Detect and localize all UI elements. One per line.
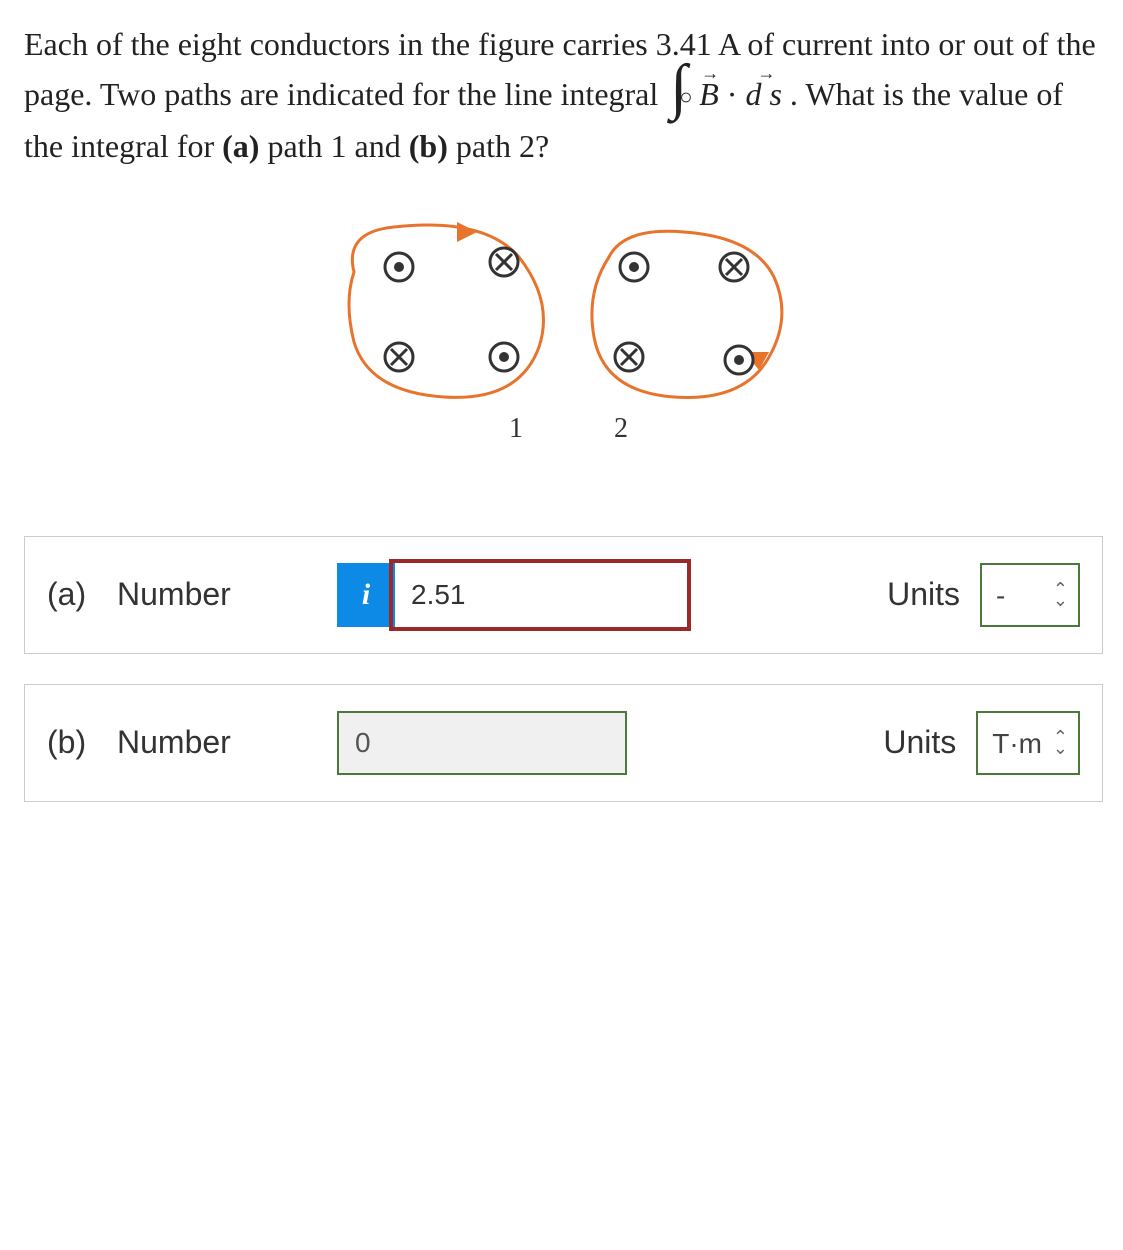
number-label-a: Number bbox=[117, 570, 337, 620]
part-a-label: (a) bbox=[47, 570, 117, 620]
answer-row-a: (a) Number i Units - ⌃⌄ bbox=[24, 536, 1103, 654]
figure: 1 2 bbox=[24, 202, 1103, 477]
units-label-b: Units bbox=[883, 718, 956, 768]
q-b-text: path 2? bbox=[456, 128, 549, 164]
number-input-a[interactable] bbox=[395, 565, 685, 625]
question-text: Each of the eight conductors in the figu… bbox=[24, 20, 1103, 172]
chevron-updown-icon: ⌃⌄ bbox=[1053, 732, 1068, 754]
q-b-bold: (b) bbox=[409, 128, 448, 164]
answer-row-b: (b) Number Units T·m ⌃⌄ bbox=[24, 684, 1103, 802]
integral-symbol: ∫○ bbox=[670, 72, 687, 122]
q-a-bold: (a) bbox=[222, 128, 259, 164]
path-1-label: 1 bbox=[509, 413, 523, 444]
path-2-label: 2 bbox=[614, 413, 628, 444]
units-select-a[interactable]: - ⌃⌄ bbox=[980, 563, 1080, 627]
info-icon: i bbox=[362, 572, 370, 619]
units-label-a: Units bbox=[887, 570, 960, 620]
vector-B: →B bbox=[699, 70, 719, 120]
number-input-b[interactable] bbox=[337, 711, 627, 775]
info-badge[interactable]: i bbox=[337, 563, 395, 627]
units-select-b[interactable]: T·m ⌃⌄ bbox=[976, 711, 1080, 775]
units-value-b: T·m bbox=[992, 722, 1042, 765]
q-a-text: path 1 and bbox=[267, 128, 408, 164]
vector-ds: →d s bbox=[745, 70, 781, 120]
chevron-updown-icon: ⌃⌄ bbox=[1053, 584, 1068, 606]
part-b-label: (b) bbox=[47, 718, 117, 768]
number-label-b: Number bbox=[117, 718, 337, 768]
units-value-a: - bbox=[996, 574, 1005, 617]
